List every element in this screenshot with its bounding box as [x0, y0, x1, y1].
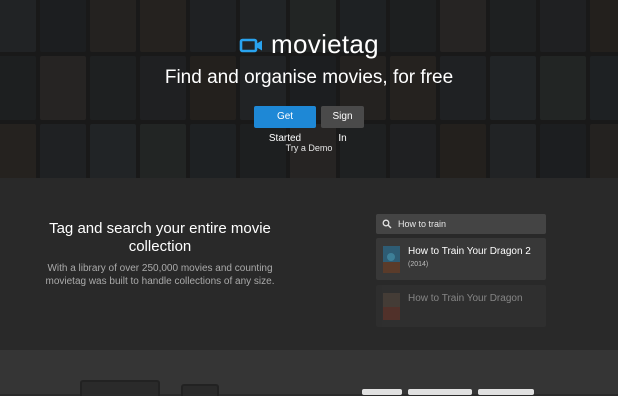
- result-title: How to Train Your Dragon: [408, 293, 523, 304]
- hero-headline: Find and organise movies, for free: [164, 67, 454, 88]
- cut-off-heading: [362, 389, 534, 395]
- devices-section: [0, 350, 618, 396]
- search-icon: [382, 219, 392, 229]
- search-query: How to train: [398, 219, 447, 229]
- movie-poster-thumbnail: [383, 293, 400, 320]
- search-input[interactable]: How to train: [376, 214, 546, 234]
- search-result-item[interactable]: How to Train Your Dragon 2 (2014): [376, 238, 546, 280]
- brand-name: movietag: [271, 29, 379, 59]
- hero-actions: Get Started Sign In: [0, 106, 618, 144]
- search-result-item[interactable]: How to Train Your Dragon: [376, 285, 546, 327]
- brand-logo: movietag: [0, 29, 618, 60]
- feature-description: With a library of over 250,000 movies an…: [45, 263, 275, 287]
- camera-icon: [239, 38, 263, 52]
- movie-poster-thumbnail: [383, 246, 400, 273]
- tablet-illustration: [181, 384, 219, 396]
- hero-section: movietag Find and organise movies, for f…: [0, 0, 618, 178]
- result-title: How to Train Your Dragon 2: [408, 246, 531, 257]
- get-started-button[interactable]: Get Started: [254, 106, 316, 144]
- feature-title: Tag and search your entire movie collect…: [49, 220, 271, 255]
- result-year: (2014): [408, 261, 429, 268]
- try-demo-link[interactable]: Try a Demo: [0, 143, 618, 153]
- sign-in-button[interactable]: Sign In: [321, 106, 364, 144]
